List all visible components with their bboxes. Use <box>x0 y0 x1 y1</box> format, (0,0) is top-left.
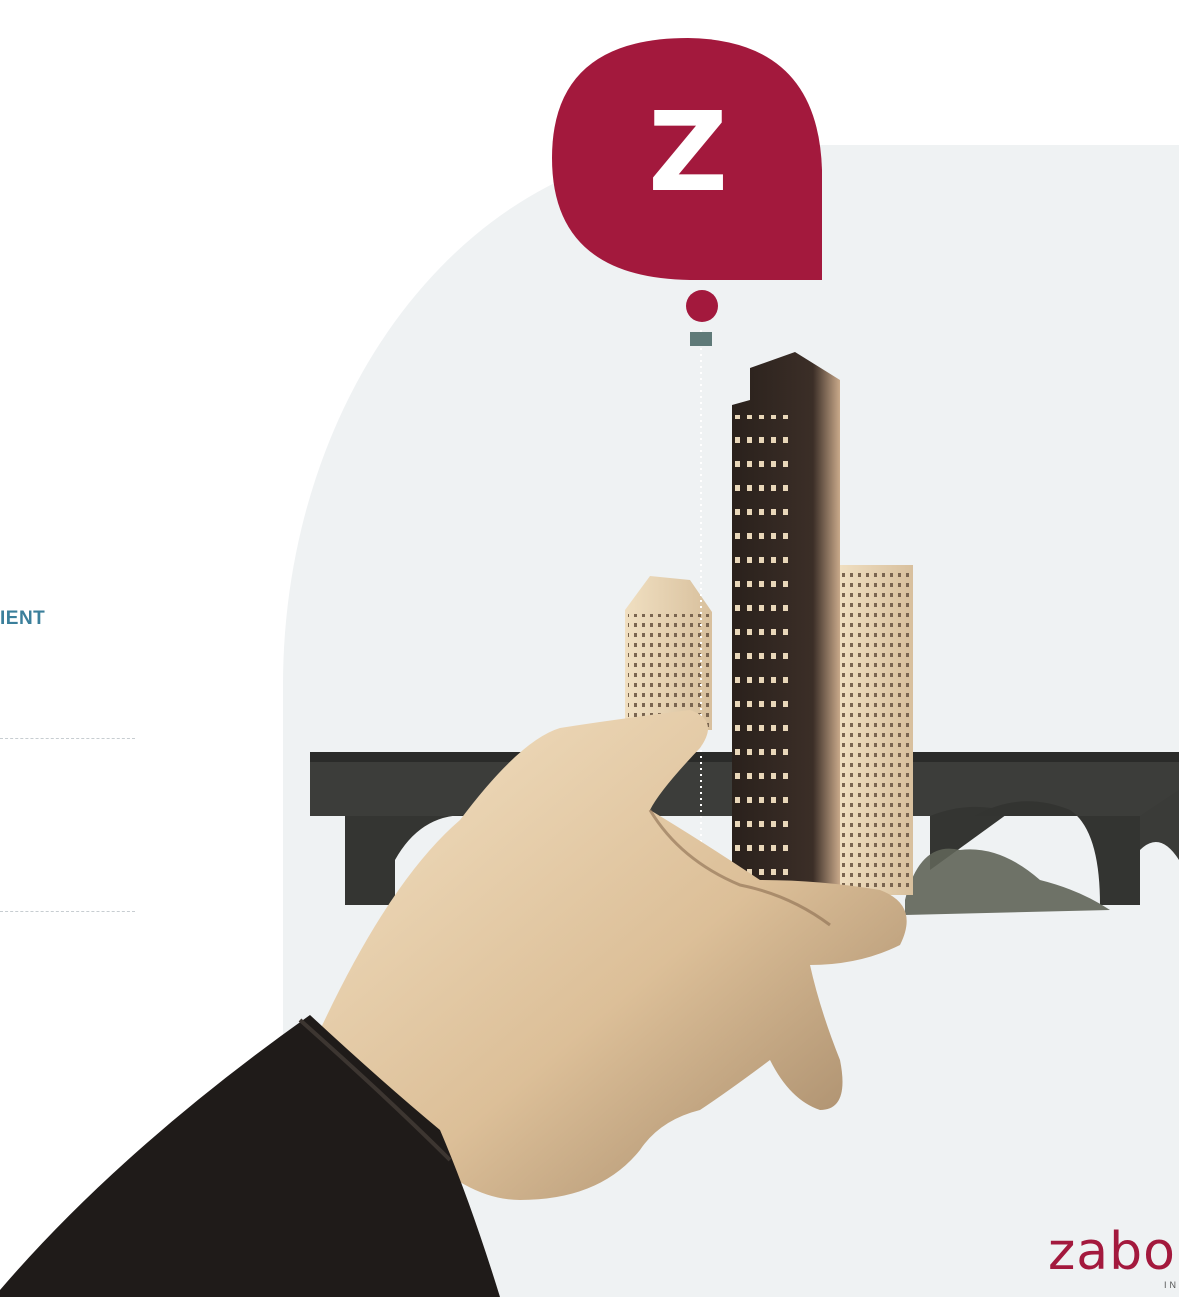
brand-logo[interactable]: zabo IN <box>1040 1228 1179 1297</box>
building-left <box>625 576 712 730</box>
map-pin-icon: Z <box>552 38 822 322</box>
hero-illustration: Z <box>0 38 1179 1297</box>
building-main <box>732 352 840 890</box>
map-pin-letter: Z <box>648 88 728 216</box>
building-right <box>838 565 913 895</box>
brand-logo-subtext: IN <box>1164 1280 1179 1290</box>
brand-logo-text: zabo <box>1048 1228 1176 1282</box>
